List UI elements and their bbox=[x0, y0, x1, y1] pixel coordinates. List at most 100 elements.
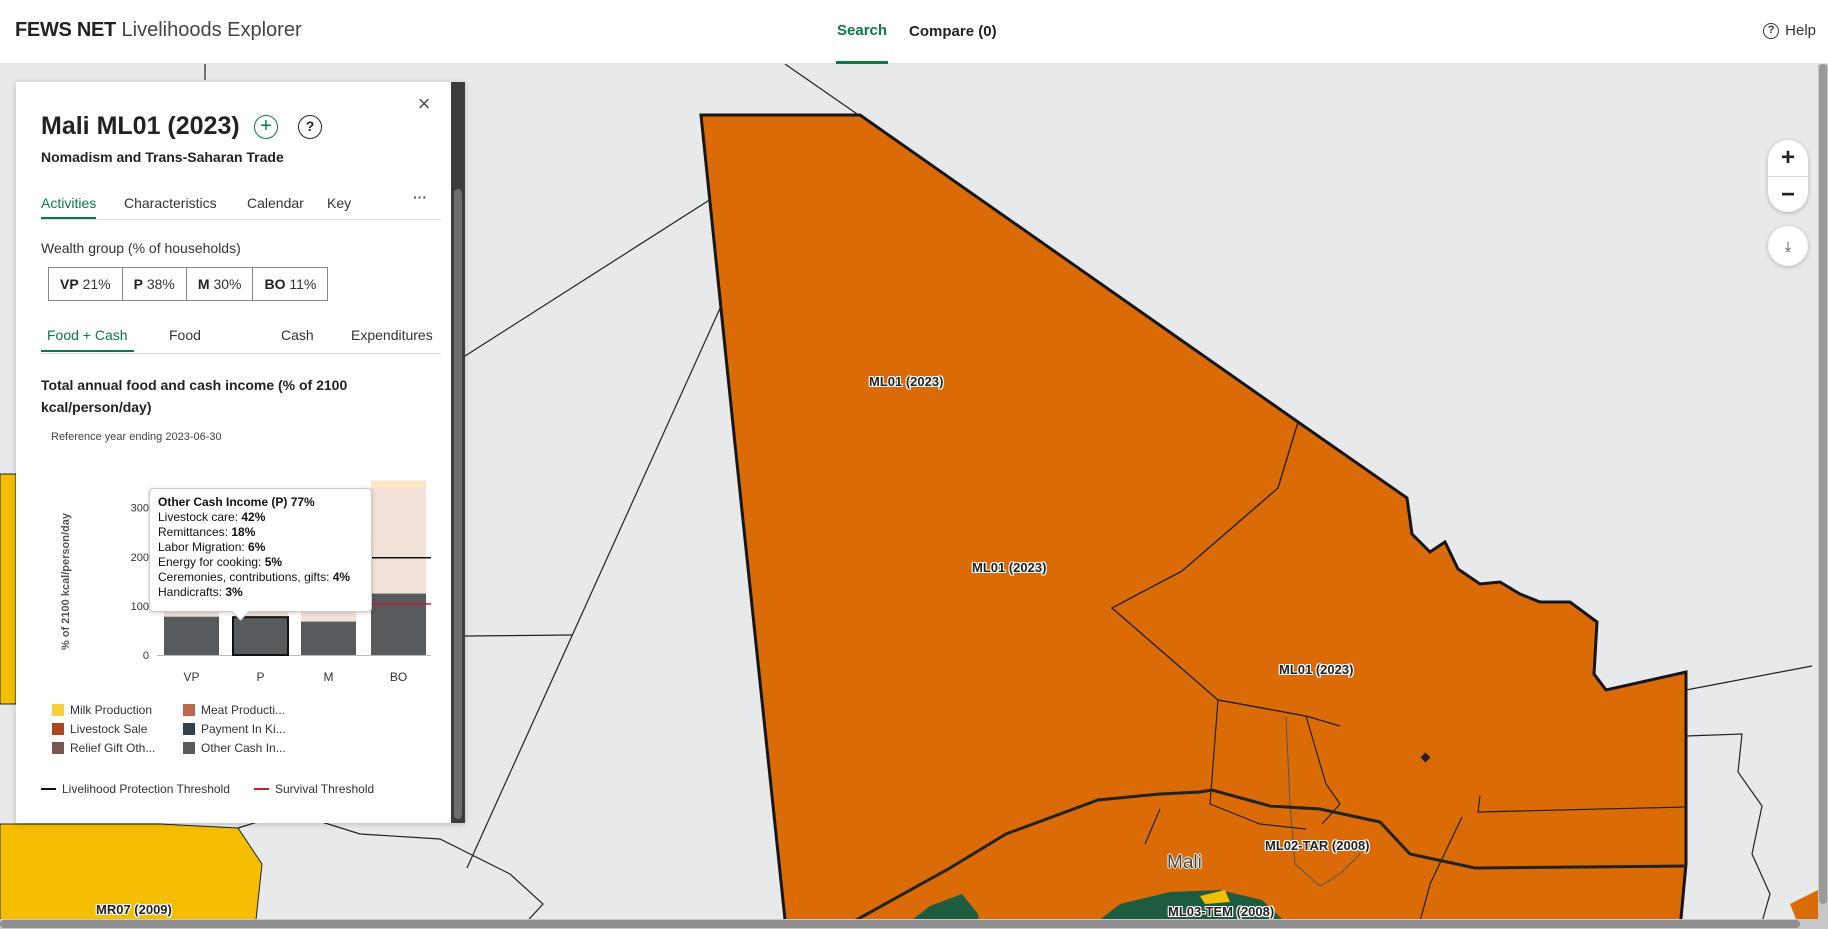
bar-m bbox=[301, 621, 356, 655]
neighbor-zone[interactable] bbox=[0, 473, 17, 705]
legend-item[interactable]: Meat Producti... bbox=[183, 703, 285, 717]
close-icon: × bbox=[417, 91, 431, 116]
tab-food-cash[interactable]: Food + Cash bbox=[41, 327, 134, 352]
app-root: FEWS NET Livelihoods Explorer Search Com… bbox=[0, 0, 1828, 929]
tab-expenditures[interactable]: Expenditures bbox=[351, 327, 433, 343]
panel-subtitle: Nomadism and Trans-Saharan Trade bbox=[41, 149, 284, 165]
brand-rest: Livelihoods Explorer bbox=[121, 19, 302, 41]
scrollbar-thumb[interactable] bbox=[454, 189, 462, 819]
map-label-zone[interactable]: ML03-TEM (2008) bbox=[1168, 904, 1274, 919]
wealth-group-pct: 38% bbox=[146, 276, 175, 292]
chart-tooltip: Other Cash Income (P) 77% Livestock care… bbox=[149, 488, 372, 612]
tooltip-row-label: Ceremonies, contributions, gifts: bbox=[158, 570, 333, 584]
map-label-zone[interactable]: MR07 (2009) bbox=[96, 902, 172, 917]
panel-scrollbar[interactable] bbox=[451, 82, 465, 823]
threshold-label: Survival Threshold bbox=[275, 782, 375, 796]
x-tick-label: P bbox=[256, 670, 264, 684]
threshold-label: Livelihood Protection Threshold bbox=[62, 782, 230, 796]
zone-ml01[interactable] bbox=[699, 113, 1688, 929]
tooltip-row: Livestock care: 42% bbox=[158, 510, 363, 525]
tooltip-row-value: 4% bbox=[332, 570, 351, 584]
tooltip-row-label: Energy for cooking: bbox=[158, 555, 265, 569]
wealth-group-pct: 30% bbox=[213, 276, 242, 292]
income-tabs: Food + Cash Food Cash Expenditures bbox=[41, 324, 441, 354]
wealth-group-p[interactable]: P 38% bbox=[121, 267, 187, 301]
wealth-group-bo[interactable]: BO 11% bbox=[252, 267, 329, 301]
legend-label: Other Cash In... bbox=[201, 741, 286, 755]
legend-swatch bbox=[183, 704, 195, 716]
scrollbar-thumb[interactable] bbox=[1819, 64, 1827, 904]
close-button[interactable]: × bbox=[414, 91, 434, 116]
tooltip-row-value: 18% bbox=[231, 525, 256, 539]
reference-year: Reference year ending 2023-06-30 bbox=[51, 431, 222, 443]
x-tick-label: BO bbox=[390, 670, 407, 684]
legend-swatch bbox=[52, 742, 64, 754]
chart-title: Total annual food and cash income (% of … bbox=[41, 377, 348, 415]
y-axis-title: % of 2100 kcal/person/day bbox=[60, 512, 72, 650]
bar-bo bbox=[371, 593, 426, 655]
tab-activities[interactable]: Activities bbox=[41, 195, 97, 219]
legend-swatch bbox=[183, 723, 195, 735]
tooltip-row: Remittances: 18% bbox=[158, 525, 363, 540]
map-label-zone[interactable]: ML01 (2023) bbox=[972, 560, 1046, 575]
brand-bold: FEWS NET bbox=[15, 19, 116, 41]
tooltip-row: Handicrafts: 3% bbox=[158, 585, 363, 600]
info-button[interactable]: ? bbox=[298, 115, 322, 139]
map-label-zone[interactable]: ML01 (2023) bbox=[869, 374, 943, 389]
tab-calendar[interactable]: Calendar bbox=[247, 195, 304, 211]
threshold-line-swatch bbox=[41, 788, 56, 790]
boundary-line bbox=[464, 191, 723, 357]
legend-item[interactable]: Livestock Sale bbox=[52, 722, 147, 736]
help-link[interactable]: ? Help bbox=[1763, 22, 1816, 39]
wealth-group-pct: 11% bbox=[289, 276, 317, 292]
tab-key[interactable]: Key bbox=[327, 195, 351, 211]
legend-label: Payment In Ki... bbox=[201, 722, 286, 736]
zoom-control: + − bbox=[1768, 140, 1808, 212]
download-button[interactable]: ⤓ bbox=[1768, 226, 1808, 266]
help-label: Help bbox=[1785, 22, 1816, 39]
tooltip-row-value: 6% bbox=[248, 540, 266, 554]
zoom-out-button[interactable]: − bbox=[1768, 176, 1808, 212]
zoom-in-button[interactable]: + bbox=[1768, 140, 1808, 176]
top-header: FEWS NET Livelihoods Explorer Search Com… bbox=[0, 0, 1828, 64]
wealth-group-pct: 21% bbox=[82, 276, 111, 292]
legend-item[interactable]: Relief Gift Oth... bbox=[52, 741, 155, 755]
main-nav: Search Compare (0) bbox=[836, 0, 998, 64]
wealth-group-m[interactable]: M 30% bbox=[185, 267, 254, 301]
tooltip-row-value: 5% bbox=[264, 555, 283, 569]
tab-cash[interactable]: Cash bbox=[281, 327, 314, 343]
boundary-line bbox=[466, 303, 723, 869]
legend-item[interactable]: Other Cash In... bbox=[183, 741, 286, 755]
page-vertical-scrollbar[interactable] bbox=[1818, 64, 1828, 929]
legend-label: Meat Producti... bbox=[201, 703, 286, 717]
legend-item[interactable]: Payment In Ki... bbox=[183, 722, 286, 736]
legend-item[interactable]: Milk Production bbox=[52, 703, 152, 717]
x-tick-label: VP bbox=[183, 670, 199, 684]
wealth-group-code: VP bbox=[60, 276, 79, 292]
wealth-group-vp[interactable]: VP 21% bbox=[48, 267, 123, 301]
brand-logo[interactable]: FEWS NET Livelihoods Explorer bbox=[15, 19, 302, 42]
map-label-zone[interactable]: ML01 (2023) bbox=[1279, 662, 1353, 677]
page-horizontal-scrollbar[interactable] bbox=[0, 919, 1818, 929]
tooltip-row: Labor Migration: 6% bbox=[158, 540, 363, 555]
boundary-line bbox=[1685, 733, 1771, 929]
wealth-group-code: P bbox=[133, 276, 143, 292]
boundary-line bbox=[784, 64, 861, 117]
tabs-more-button[interactable]: ··· bbox=[413, 189, 427, 205]
y-tick-label: 100 bbox=[131, 601, 149, 613]
tab-food[interactable]: Food bbox=[169, 327, 201, 343]
legend-label: Livestock Sale bbox=[70, 722, 148, 736]
tooltip-row-label: Livestock care: bbox=[158, 510, 242, 524]
tab-characteristics[interactable]: Characteristics bbox=[124, 195, 217, 211]
add-to-compare-button[interactable]: + bbox=[254, 115, 278, 139]
nav-search[interactable]: Search bbox=[836, 0, 889, 64]
boundary-line bbox=[237, 811, 544, 929]
wealth-group-code: M bbox=[197, 276, 210, 292]
map-label-zone[interactable]: ML02-TAR (2008) bbox=[1265, 838, 1370, 853]
bar-vp bbox=[164, 616, 219, 655]
y-tick-label: 0 bbox=[143, 650, 149, 662]
scrollbar-thumb[interactable] bbox=[0, 920, 1800, 928]
nav-compare[interactable]: Compare (0) bbox=[908, 0, 998, 64]
legend-label: Milk Production bbox=[70, 703, 153, 717]
tooltip-row-value: 3% bbox=[225, 585, 243, 599]
